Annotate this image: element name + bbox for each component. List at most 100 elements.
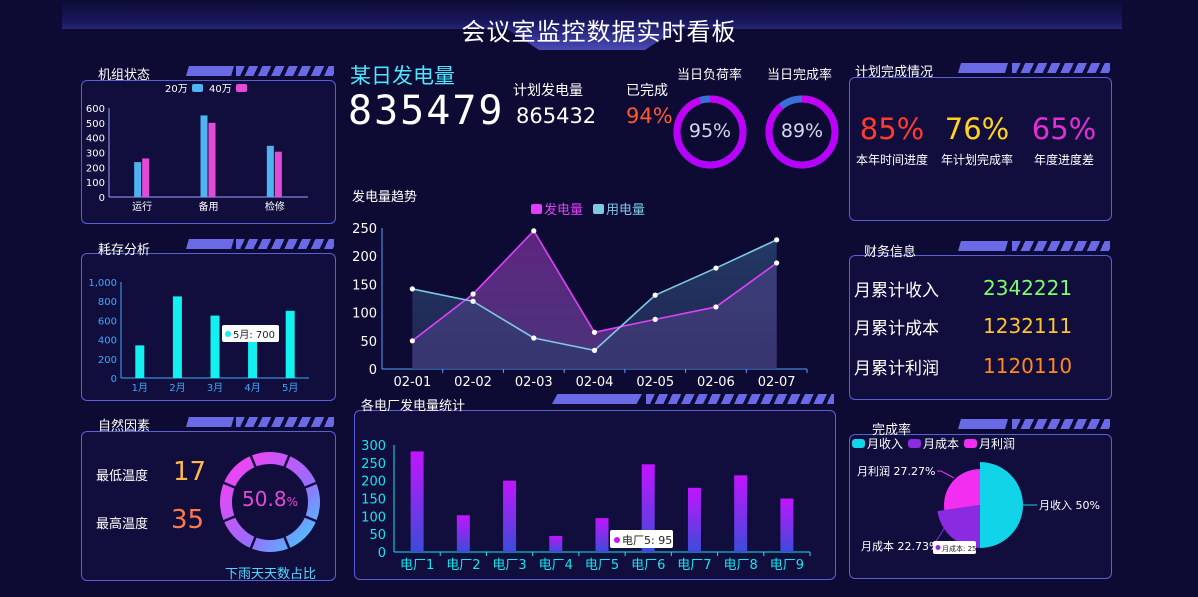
bar xyxy=(266,145,274,197)
bar xyxy=(285,310,295,378)
x-tick-label: 2月 xyxy=(169,382,185,394)
y-tick-label: 100 xyxy=(361,510,386,525)
data-point xyxy=(409,338,415,344)
y-tick-label: 100 xyxy=(352,307,377,322)
x-tick-label: 02-02 xyxy=(454,375,492,390)
plan-item-label: 年计划完成率 xyxy=(940,153,1013,167)
data-point xyxy=(713,304,719,310)
panel-deco xyxy=(186,239,234,249)
slice-label: 月成本 22.73% xyxy=(861,539,939,553)
finance-row-value: 1120110 xyxy=(983,354,1073,378)
finance-row-label: 月累计收入 xyxy=(854,281,939,301)
plan-item: 76% 年计划完成率 xyxy=(937,112,1017,168)
x-tick-label: 电厂9 xyxy=(770,558,804,573)
y-tick-label: 150 xyxy=(352,278,377,293)
data-point xyxy=(470,298,476,304)
y-tick-label: 200 xyxy=(86,163,105,174)
plan-item-value: 76% xyxy=(944,112,1010,146)
bar xyxy=(210,315,220,378)
data-point xyxy=(774,237,780,243)
trend-chart: 0 50 100 150 200 250 发电量 用电量 02-01 02-02 02-03 02-0… xyxy=(352,202,808,390)
page-title: 会议室监控数据实时看板 xyxy=(461,18,737,46)
finance-row-label: 月累计利润 xyxy=(854,359,939,379)
plan-item-label: 本年时间进度 xyxy=(855,153,928,167)
y-tick-label: 100 xyxy=(86,178,105,189)
y-tick-label: 400 xyxy=(86,134,105,145)
panel-deco xyxy=(1012,63,1110,73)
panel-deco xyxy=(646,394,834,404)
data-point xyxy=(470,291,476,297)
data-point xyxy=(591,329,598,335)
nature-title: 自然因素 xyxy=(98,419,151,434)
panel-deco xyxy=(1012,241,1110,251)
tooltip-marker xyxy=(935,545,941,550)
bar xyxy=(134,162,142,197)
panel-deco xyxy=(186,417,234,427)
y-tick-label: 500 xyxy=(86,119,105,130)
legend-swatch xyxy=(236,84,247,92)
legend-label: 用电量 xyxy=(606,203,645,218)
data-point xyxy=(591,347,598,353)
plan-item: 65% 年度进度差 xyxy=(1024,112,1104,168)
x-tick-label: 02-07 xyxy=(758,375,796,390)
x-tick-label: 电厂4 xyxy=(539,558,573,573)
bar xyxy=(172,296,182,378)
tooltip-text: 5月: 700 xyxy=(233,329,275,341)
tooltip: 5月: 700 xyxy=(222,325,279,342)
bar xyxy=(135,345,145,378)
slice-label: 月收入 50% xyxy=(1039,498,1100,512)
bar xyxy=(780,498,794,552)
legend-swatch xyxy=(852,439,865,448)
daily-rate-label: 当日完成率 xyxy=(767,68,833,83)
x-tick-label: 电厂7 xyxy=(677,558,711,573)
plants-title: 各电厂发电量统计 xyxy=(361,399,466,414)
bar xyxy=(734,475,748,552)
y-tick-label: 0 xyxy=(369,363,377,378)
plan-item-value: 65% xyxy=(1031,112,1097,146)
finance-title: 财务信息 xyxy=(864,245,917,260)
finance-row-value: 1232111 xyxy=(983,314,1073,338)
y-tick-label: 800 xyxy=(98,297,117,308)
finance-row-label: 月累计成本 xyxy=(854,319,939,339)
data-point xyxy=(531,335,537,341)
bar xyxy=(687,487,701,552)
unit-status-chart: 0 100 200 300 400 500 600 20万 40万运行 备用 检修 xyxy=(86,84,308,213)
min-temp-label: 最低温度 xyxy=(96,469,149,484)
legend-label: 40万 xyxy=(209,84,232,95)
data-point xyxy=(713,265,719,271)
load-rate-value: 95% xyxy=(688,120,732,142)
daily-rate-value: 89% xyxy=(780,120,824,142)
max-temp-label: 最高温度 xyxy=(96,517,149,532)
legend-swatch xyxy=(531,204,542,214)
tooltip-text: 月成本: 25 xyxy=(942,544,977,553)
rain-ratio-number: 50.8 xyxy=(242,487,287,511)
load-rate-label: 当日负荷率 xyxy=(677,68,743,83)
x-tick-label: 02-03 xyxy=(515,375,553,390)
done-label: 已完成 xyxy=(626,83,668,99)
x-tick-label: 电厂5 xyxy=(585,558,619,573)
completion-chart: 月收入 月成本 月利润月收入 50% 月成本 22.73% 月利润 27.27% 月成本:… xyxy=(852,437,1100,554)
panel-deco xyxy=(1012,419,1110,429)
y-tick-label: 50 xyxy=(360,335,377,350)
bar xyxy=(208,122,216,197)
y-tick-label: 200 xyxy=(361,475,386,490)
y-tick-label: 50 xyxy=(369,528,386,543)
legend-label: 发电量 xyxy=(544,202,583,218)
legend-swatch xyxy=(964,439,977,448)
pie-slice xyxy=(980,462,1023,548)
plan-title: 计划完成情况 xyxy=(855,65,934,80)
plants-chart: 0 50 100 150 200 250 300 电厂1 电厂2 电厂3 电厂4 电厂5 电厂6 电厂7 电… xyxy=(361,439,811,573)
rain-ratio-value: 50.8% xyxy=(218,487,322,511)
x-tick-label: 备用 xyxy=(199,200,219,213)
x-tick-label: 运行 xyxy=(132,200,152,213)
done-value: 94% xyxy=(626,104,673,128)
label-line xyxy=(937,470,955,479)
min-temp-value: 17 xyxy=(173,457,207,487)
y-tick-label: 250 xyxy=(361,457,386,472)
x-tick-label: 02-04 xyxy=(576,375,614,390)
y-tick-label: 300 xyxy=(86,149,105,160)
data-point xyxy=(531,228,537,234)
panel-deco xyxy=(236,417,334,427)
daily-gen-value: 835479 xyxy=(348,88,505,134)
y-tick-label: 250 xyxy=(352,222,377,237)
